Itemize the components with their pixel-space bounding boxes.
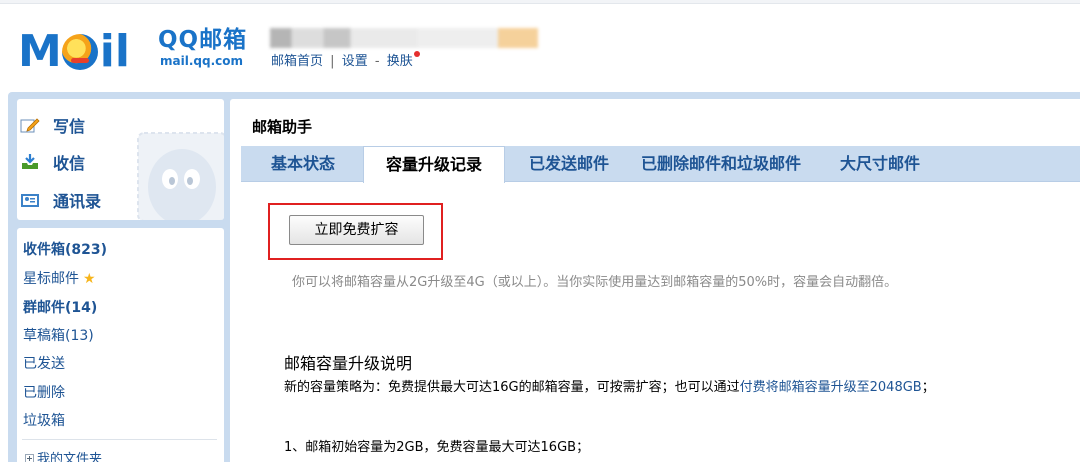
folder-starred[interactable]: 星标邮件 ★ [23, 268, 96, 288]
page-title: 邮箱助手 [252, 118, 313, 136]
tab-bar: 基本状态 容量升级记录 已发送邮件 已删除邮件和垃圾邮件 大尺寸邮件 [241, 146, 1080, 183]
section-title: 邮箱容量升级说明 [284, 354, 413, 373]
free-expand-button[interactable]: 立即免费扩容 [289, 215, 424, 245]
star-icon: ★ [83, 271, 96, 287]
tab-deleted-and-spam[interactable]: 已删除邮件和垃圾邮件 [641, 146, 801, 182]
tab-sent-mail[interactable]: 已发送邮件 [529, 146, 609, 182]
expand-plus-icon [25, 454, 34, 462]
blurred-user-info [270, 28, 538, 48]
inbox-label: 收信 [53, 154, 86, 173]
brand-title[interactable]: QQ邮箱 mail.qq.com [158, 26, 247, 68]
browser-top-strip [0, 0, 1080, 4]
policy-text: 新的容量策略为：免费提供最大可达16G的邮箱容量，可按需扩容；也可以通过付费将邮… [284, 376, 935, 395]
inbox-tray-icon [20, 153, 40, 171]
separator: | [330, 54, 335, 69]
my-folders-toggle[interactable]: 我的文件夹 [25, 448, 102, 462]
policy-suffix: ； [921, 380, 935, 395]
folder-starred-label: 星标邮件 [23, 271, 79, 287]
compose-label: 写信 [53, 117, 86, 136]
contacts-label: 通讯录 [53, 192, 102, 211]
paid-upgrade-link[interactable]: 付费将邮箱容量升级至2048GB [740, 380, 922, 395]
home-link[interactable]: 邮箱首页 [271, 54, 323, 69]
address-book-icon [20, 191, 40, 209]
my-folders-label: 我的文件夹 [37, 452, 103, 462]
pencil-icon [20, 116, 40, 134]
separator: - [374, 54, 380, 69]
tab-large-mail[interactable]: 大尺寸邮件 [840, 146, 920, 182]
folder-spam[interactable]: 垃圾箱 [23, 410, 65, 430]
policy-item-1: 1、邮箱初始容量为2GB，免费容量最大可达16GB； [284, 440, 590, 455]
logo-letters-il: il [99, 26, 130, 77]
folder-drafts[interactable]: 草稿箱(13) [23, 325, 94, 345]
logo-letter-m: M [18, 26, 62, 77]
skin-link[interactable]: 换肤 [387, 54, 413, 69]
brand-title-cn: QQ邮箱 [158, 27, 248, 53]
folder-sent[interactable]: 已发送 [23, 353, 65, 373]
folder-inbox[interactable]: 收件箱(823) [23, 239, 107, 259]
compose-button[interactable]: 写信 [20, 113, 85, 137]
tab-capacity-upgrade-log[interactable]: 容量升级记录 [363, 146, 506, 183]
logo-bell-icon [61, 34, 98, 70]
contacts-button[interactable]: 通讯录 [20, 188, 101, 212]
folder-group-mail[interactable]: 群邮件(14) [23, 297, 97, 317]
tab-basic-status[interactable]: 基本状态 [271, 146, 335, 182]
new-dot-icon [413, 51, 420, 57]
mail-logo[interactable]: M il [18, 26, 130, 74]
upgrade-hint-text: 你可以将邮箱容量从2G升级至4G（或以上）。当你实际使用量达到邮箱容量的50%时… [292, 275, 898, 290]
folder-divider [22, 439, 217, 440]
header-links: 邮箱首页 | 设置 - 换肤 [271, 50, 420, 69]
qq-penguin-watermark-icon [137, 132, 224, 220]
policy-prefix: 新的容量策略为：免费提供最大可达16G的邮箱容量，可按需扩容；也可以通过 [284, 380, 740, 395]
brand-title-en: mail.qq.com [160, 54, 243, 68]
inbox-button[interactable]: 收信 [20, 150, 85, 174]
settings-link[interactable]: 设置 [342, 54, 368, 69]
folder-deleted[interactable]: 已删除 [23, 382, 65, 402]
